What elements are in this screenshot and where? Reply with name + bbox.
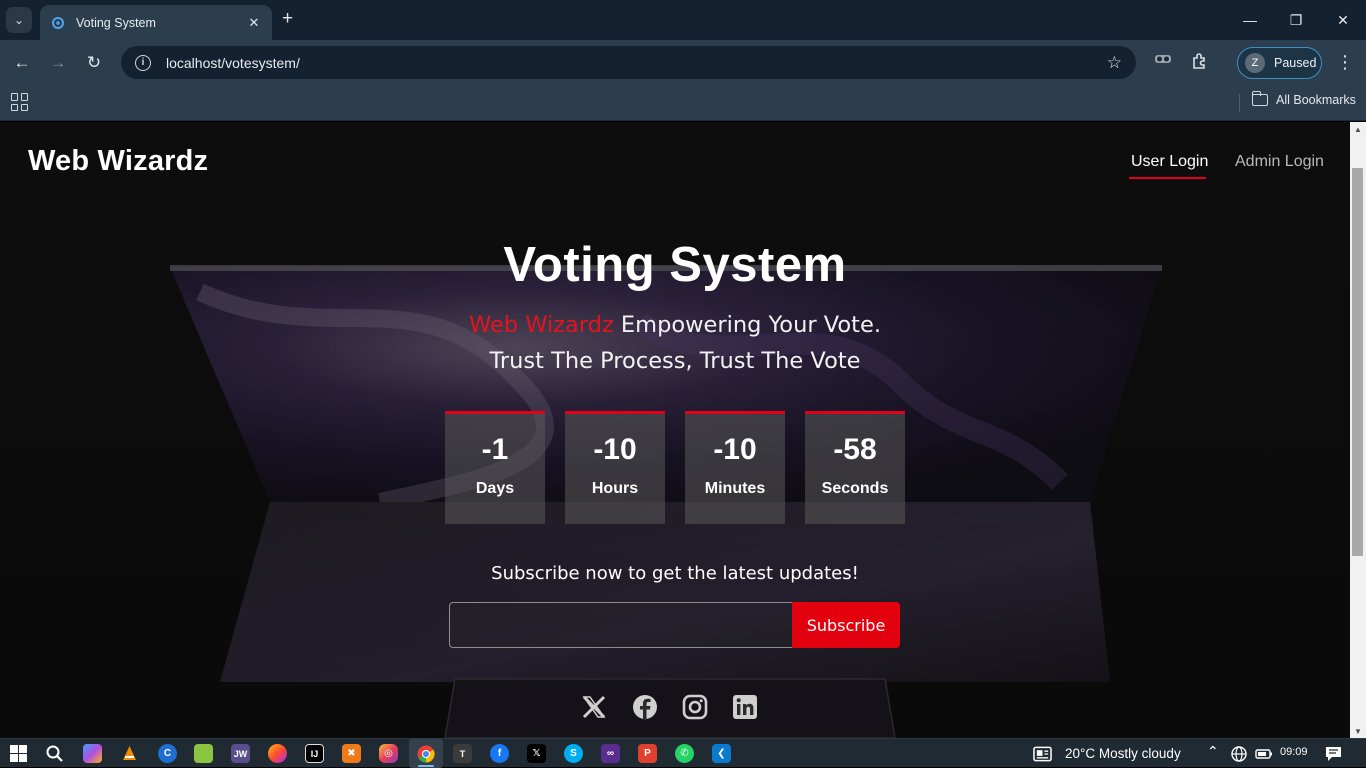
favicon-gear-icon [50, 15, 66, 31]
countdown-days-label: Days [475, 480, 515, 497]
new-tab-icon[interactable]: + [282, 9, 293, 29]
countdown-minutes: -10 Minutes [685, 411, 785, 524]
xampp-icon[interactable]: ✖ [342, 744, 361, 763]
restore-icon[interactable]: ❐ [1286, 10, 1306, 30]
tab-title: Voting System [76, 15, 156, 30]
browser-toolbar: ← → ↻ i localhost/votesystem/ ☆ Z Paused… [0, 40, 1366, 86]
folder-icon [1251, 91, 1268, 106]
countdown-hours: -10 Hours [565, 411, 665, 524]
skype-icon[interactable]: S [564, 744, 583, 763]
more-menu-icon[interactable]: ⋮ [1336, 52, 1354, 72]
bookmarks-bar: All Bookmarks [0, 86, 1366, 121]
windows-taskbar: C JW IJ ✖ ◎ T f 𝕏 S ∞ P ✆ ❮ 20°C Mostly … [0, 738, 1366, 768]
all-bookmarks-button[interactable]: All Bookmarks [1251, 91, 1356, 107]
apps-grid-icon[interactable] [11, 93, 29, 111]
countdown-seconds: -58 Seconds [805, 411, 905, 524]
browser-tab[interactable]: Voting System ✕ [40, 5, 272, 40]
site-brand[interactable]: Web Wizardz [28, 145, 208, 178]
countdown-hours-value: -10 [593, 433, 637, 466]
address-url[interactable]: localhost/votesystem/ [166, 55, 1107, 71]
page-title: Voting System [503, 238, 847, 292]
nav-user-login[interactable]: User Login [1131, 153, 1208, 171]
extensions-puzzle-icon[interactable] [1189, 52, 1211, 75]
countdown-days-value: -1 [481, 433, 509, 466]
active-nav-underline [1129, 177, 1206, 179]
tab-close-icon[interactable]: ✕ [246, 15, 262, 31]
reload-icon[interactable]: ↻ [83, 52, 105, 74]
vlc-icon[interactable] [120, 744, 139, 763]
notepad-plus-icon[interactable] [194, 744, 213, 763]
instagram-icon[interactable] [681, 693, 709, 721]
site-info-icon[interactable]: i [135, 54, 151, 71]
profile-status: Paused [1274, 56, 1317, 70]
firefox-icon[interactable] [268, 744, 287, 763]
back-arrow-icon[interactable]: ← [11, 52, 33, 74]
nav-admin-login[interactable]: Admin Login [1235, 153, 1324, 171]
copilot-icon[interactable] [83, 744, 102, 763]
scroll-up-arrow-icon[interactable]: ▲ [1350, 122, 1366, 136]
subscribe-email-input[interactable] [449, 602, 793, 648]
page-scrollbar[interactable]: ▲ ▼ [1350, 122, 1366, 738]
chrome-icon[interactable] [416, 744, 435, 763]
minimize-icon[interactable]: — [1240, 10, 1260, 30]
profile-button[interactable]: Z Paused [1237, 47, 1322, 79]
bookmark-star-icon[interactable]: ☆ [1107, 53, 1122, 73]
typora-icon[interactable]: T [453, 744, 472, 763]
address-bar[interactable]: i localhost/votesystem/ ☆ [121, 46, 1136, 79]
extension-glasses-icon[interactable] [1152, 52, 1174, 70]
whatsapp-icon[interactable]: ✆ [675, 744, 694, 763]
instagram-app-icon[interactable]: ◎ [379, 744, 398, 763]
intellij-icon[interactable]: IJ [305, 744, 324, 763]
avatar: Z [1245, 53, 1265, 73]
linkedin-icon[interactable] [731, 693, 759, 721]
tab-search-button[interactable]: ⌄ [6, 7, 32, 33]
countdown-minutes-label: Minutes [704, 480, 766, 497]
facebook-icon[interactable] [631, 693, 659, 721]
tagline-line-2: Trust The Process, Trust The Vote [489, 348, 861, 374]
vscode-icon[interactable]: ❮ [712, 744, 731, 763]
subscribe-button[interactable]: Subscribe [792, 602, 900, 648]
globe-network-icon[interactable] [1229, 744, 1248, 763]
tagline-text: Empowering Your Vote. [613, 312, 881, 338]
bookmarks-divider [1239, 94, 1240, 112]
countdown-hours-label: Hours [591, 480, 639, 497]
tagline-brand: Web Wizardz [469, 312, 614, 338]
forward-arrow-icon[interactable]: → [47, 52, 69, 74]
x-app-icon[interactable]: 𝕏 [527, 744, 546, 763]
weather-widget-icon[interactable] [1033, 744, 1052, 763]
battery-icon[interactable] [1254, 744, 1273, 763]
clock-time[interactable]: 09:09 [1280, 746, 1308, 758]
x-icon[interactable] [580, 693, 608, 721]
windows-start-icon[interactable] [9, 744, 28, 763]
subscribe-prompt: Subscribe now to get the latest updates! [491, 563, 859, 584]
window-close-icon[interactable]: ✕ [1333, 10, 1353, 30]
countdown-seconds-label: Seconds [821, 480, 889, 497]
scroll-down-arrow-icon[interactable]: ▼ [1350, 724, 1366, 738]
visual-studio-icon[interactable]: ∞ [601, 744, 620, 763]
edge-c-icon[interactable]: C [158, 744, 177, 763]
countdown-seconds-value: -58 [833, 433, 877, 466]
scrollbar-thumb[interactable] [1352, 168, 1363, 556]
tray-chevron-up-icon[interactable]: ⌃ [1207, 743, 1219, 760]
chevron-down-icon: ⌄ [13, 13, 25, 27]
postman-icon[interactable]: P [638, 744, 657, 763]
jw-app-icon[interactable]: JW [231, 744, 250, 763]
facebook-app-icon[interactable]: f [490, 744, 509, 763]
notification-icon[interactable] [1324, 744, 1343, 763]
countdown-minutes-value: -10 [713, 433, 757, 466]
countdown-days: -1 Days [445, 411, 545, 524]
search-icon[interactable] [45, 744, 64, 763]
weather-text[interactable]: 20°C Mostly cloudy [1065, 746, 1181, 761]
page-viewport: Web Wizardz User Login Admin Login Votin… [0, 122, 1350, 738]
all-bookmarks-label: All Bookmarks [1276, 93, 1356, 107]
tagline-line-1: Web Wizardz Empowering Your Vote. [0, 312, 1350, 338]
browser-tab-bar: ⌄ Voting System ✕ + — ❐ ✕ [0, 0, 1366, 40]
